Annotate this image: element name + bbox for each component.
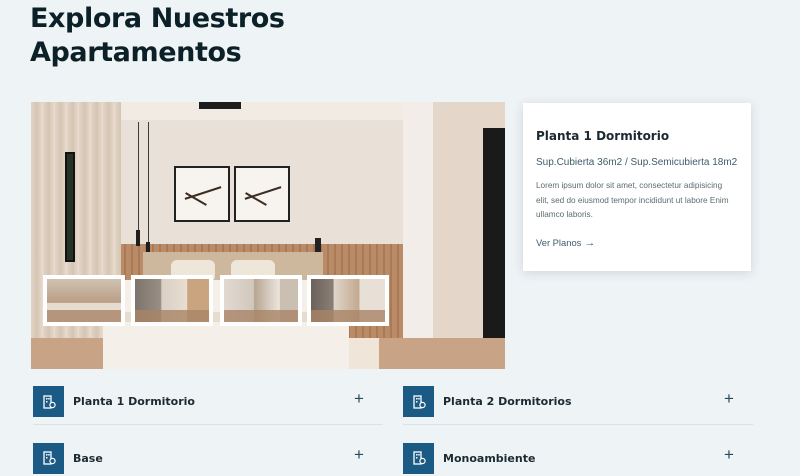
card-area: Sup.Cubierta 36m2 / Sup.Semicubierta 18m… [536,157,738,168]
wall-art-right [234,166,290,222]
wall-art-left [174,166,230,222]
accordion-item-planta-1-dormitorio[interactable]: Planta 1 Dormitorio + [33,379,383,425]
card-title: Planta 1 Dormitorio [536,129,670,143]
ceiling-light [199,102,241,109]
plus-icon[interactable]: + [347,389,371,409]
accordion-label: Monoambiente [443,451,536,465]
accordion-item-base[interactable]: Base + [33,435,383,476]
section-title: Explora Nuestros Apartamentos [30,3,285,68]
view-plans-link[interactable]: Ver Planos → [536,237,595,249]
thumbnail-3[interactable] [220,275,302,326]
thumbnail-2[interactable] [131,275,213,326]
hero-image [31,102,505,369]
building-icon [403,386,434,417]
window [65,152,75,262]
apartment-info-card: Planta 1 Dormitorio Sup.Cubierta 36m2 / … [523,103,751,271]
arrow-right-icon: → [584,236,596,249]
building-icon [403,442,434,474]
thumbnail-4[interactable] [307,275,389,326]
pendant-lamp [136,230,140,246]
accordion-label: Planta 2 Dormitorios [443,395,572,408]
plus-icon[interactable]: + [717,389,741,409]
thumbnail-1[interactable] [43,275,125,326]
building-icon [33,386,64,417]
card-description: Lorem ipsum dolor sit amet, consectetur … [536,181,729,219]
plus-icon[interactable]: + [717,445,741,465]
side-wall [403,102,433,369]
dark-door [483,128,505,358]
building-icon [33,442,64,474]
accordion-item-planta-2-dormitorios[interactable]: Planta 2 Dormitorios + [403,379,753,425]
accordion-item-monoambiente[interactable]: Monoambiente + [403,435,753,476]
accordion-label: Planta 1 Dormitorio [73,395,195,408]
view-plans-label: Ver Planos [536,237,582,248]
accordion-label: Base [73,451,103,465]
plus-icon[interactable]: + [347,445,371,465]
